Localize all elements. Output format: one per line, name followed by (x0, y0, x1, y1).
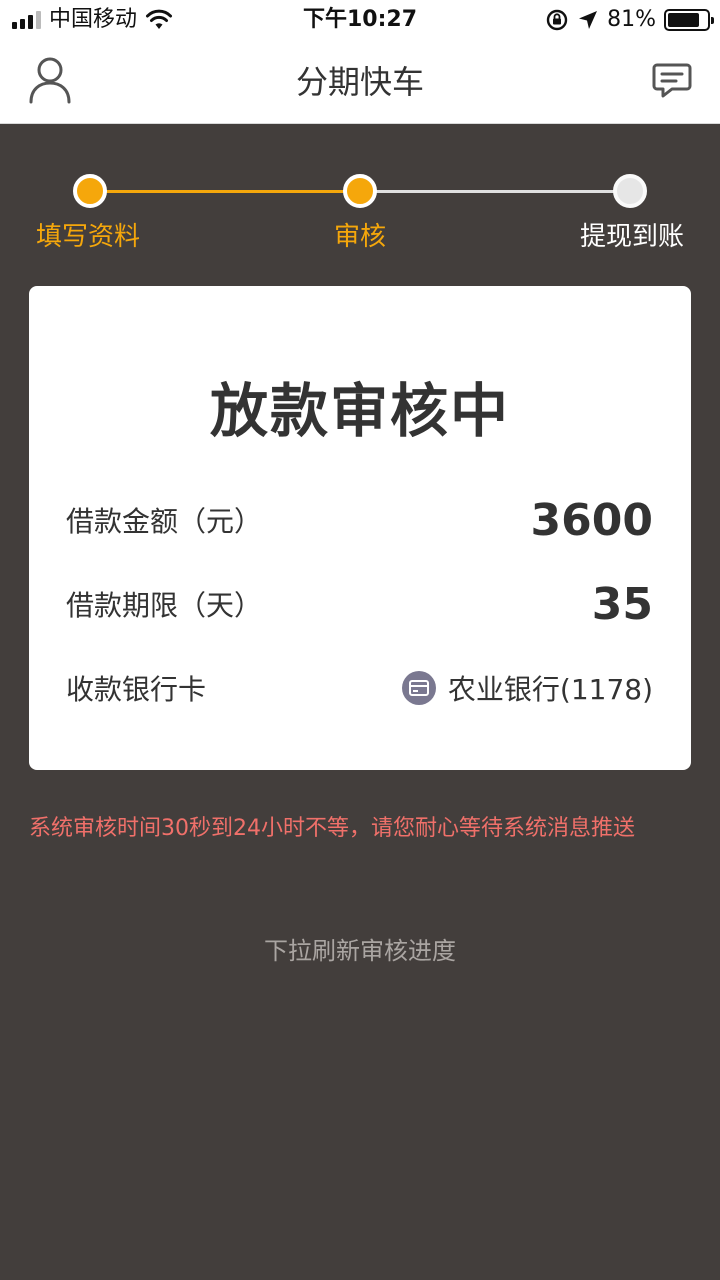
card-title: 放款审核中 (209, 377, 510, 445)
step-line-pending (360, 190, 630, 193)
loan-term-value: 35 (591, 578, 653, 630)
loan-term-label: 借款期限（天） (66, 589, 263, 622)
loan-amount-row: 借款金额（元） 3600 (66, 490, 653, 550)
review-notice: 系统审核时间30秒到24小时不等，请您耐心等待系统消息推送 (29, 816, 635, 841)
pull-to-refresh-hint: 下拉刷新审核进度 (264, 937, 456, 965)
loan-amount-label: 借款金额（元） (66, 505, 263, 538)
loan-term-row: 借款期限（天） 35 (66, 574, 653, 634)
progress-steps: 填写资料 审核 提现到账 (0, 124, 720, 274)
nav-bar: 分期快车 (0, 40, 720, 124)
screen: 中国移动 下午10:27 81% 分期快车 填写资料 审核 提现到账 放款审核中… (0, 0, 720, 1280)
status-bar: 中国移动 下午10:27 81% (0, 0, 720, 40)
page-title: 分期快车 (295, 63, 424, 101)
step-label-withdraw: 提现到账 (579, 222, 684, 252)
step-line-completed (90, 190, 360, 193)
loan-amount-value: 3600 (530, 494, 653, 546)
battery-fill (668, 13, 699, 27)
battery-percent: 81% (607, 7, 656, 32)
step-dot-fill-info (73, 174, 107, 208)
battery-icon (664, 9, 714, 31)
bank-card-info: 农业银行(1178) (401, 668, 653, 708)
bank-card-row: 收款银行卡 农业银行(1178) (66, 658, 653, 718)
step-label-fill-info: 填写资料 (36, 222, 141, 252)
bank-card-label: 收款银行卡 (66, 673, 207, 706)
loan-status-card: 放款审核中 借款金额（元） 3600 借款期限（天） 35 收款银行卡 农业银行… (29, 286, 691, 770)
step-label-review: 审核 (333, 222, 386, 252)
message-icon[interactable] (652, 62, 692, 100)
step-dot-withdraw (613, 174, 647, 208)
step-dot-review (343, 174, 377, 208)
status-right: 81% (545, 6, 714, 34)
bank-card-value: 农业银行(1178) (447, 673, 653, 706)
bank-card-icon (401, 671, 436, 705)
location-arrow-icon (579, 11, 598, 29)
rotation-lock-icon (546, 9, 568, 31)
